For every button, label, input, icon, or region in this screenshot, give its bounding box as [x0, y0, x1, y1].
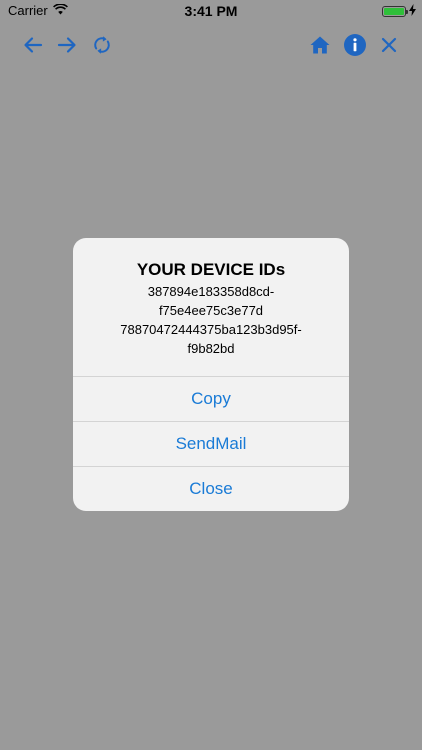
info-icon [344, 34, 366, 56]
forward-button[interactable] [54, 32, 80, 58]
alert-body: YOUR DEVICE IDs 387894e183358d8cd- f75e4… [73, 238, 349, 376]
alert-message-line: 387894e183358d8cd- [147, 284, 275, 299]
close-button[interactable] [376, 32, 402, 58]
copy-button[interactable]: Copy [73, 376, 349, 421]
info-button[interactable] [342, 32, 368, 58]
status-time: 3:41 PM [184, 3, 238, 19]
battery-fill [384, 8, 404, 15]
sendmail-button[interactable]: SendMail [73, 421, 349, 466]
alert-title: YOUR DEVICE IDs [136, 260, 286, 279]
home-button[interactable] [307, 32, 333, 58]
back-button[interactable] [20, 32, 46, 58]
close-icon [381, 37, 397, 53]
alert-message-line: f9b82bd [187, 341, 235, 356]
device-ids-alert: YOUR DEVICE IDs 387894e183358d8cd- f75e4… [73, 238, 349, 511]
back-arrow-icon [24, 37, 43, 53]
forward-arrow-icon [57, 37, 76, 53]
toolbar [0, 22, 422, 66]
alert-message-line: f75e4ee75c3e77d [158, 303, 264, 318]
alert-message: 387894e183358d8cd- f75e4ee75c3e77d 78870… [73, 282, 349, 358]
charging-icon [409, 4, 416, 19]
home-icon [310, 36, 330, 54]
alert-message-line: 78870472444375ba123b3d95f- [120, 322, 302, 337]
battery-icon [382, 6, 408, 17]
status-right [382, 4, 416, 19]
close-alert-button[interactable]: Close [73, 466, 349, 511]
refresh-button[interactable] [89, 32, 115, 58]
refresh-icon [94, 36, 110, 54]
status-bar: Carrier 3:41 PM [0, 0, 422, 22]
